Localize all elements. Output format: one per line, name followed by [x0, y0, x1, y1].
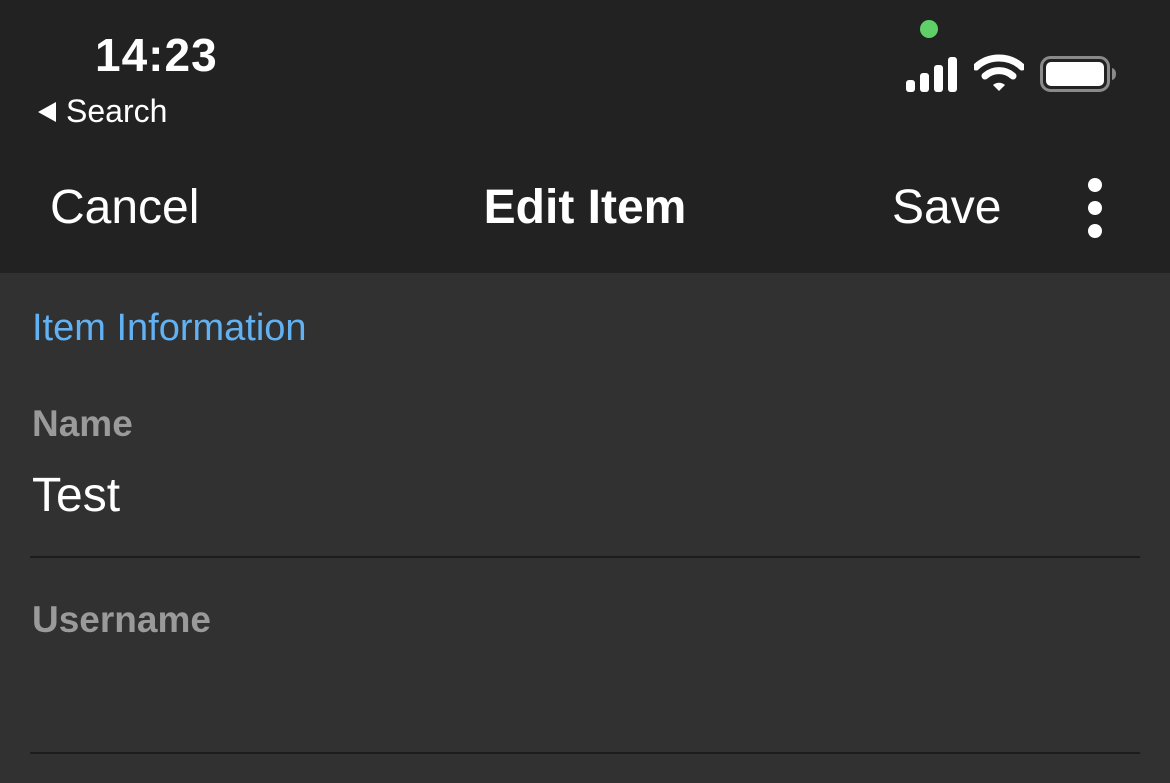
username-field-divider [30, 752, 1140, 754]
back-link-label: Search [66, 93, 168, 129]
more-vertical-icon [1088, 178, 1102, 192]
username-field-label: Username [32, 599, 211, 640]
status-bar: 14:23 Search [0, 0, 1170, 140]
more-options-button[interactable] [1080, 178, 1110, 238]
name-input[interactable] [32, 465, 1132, 525]
name-field-divider [30, 556, 1140, 558]
wifi-icon [974, 54, 1024, 91]
battery-icon [1040, 56, 1116, 92]
name-field-label: Name [32, 403, 133, 444]
section-header-item-information: Item Information [32, 307, 307, 349]
page-title: Edit Item [483, 181, 687, 234]
back-arrow-icon [38, 101, 56, 122]
edit-item-form: Item Information Name Username [0, 273, 1170, 783]
save-button[interactable]: Save [892, 180, 1001, 235]
username-input[interactable] [32, 661, 1132, 721]
back-to-search-link[interactable]: Search [38, 93, 167, 130]
cancel-button[interactable]: Cancel [50, 180, 199, 235]
status-time: 14:23 [95, 29, 218, 81]
signal-icon [906, 57, 957, 92]
navigation-bar: Cancel Edit Item Save [0, 140, 1170, 273]
camera-indicator-icon [920, 20, 938, 38]
